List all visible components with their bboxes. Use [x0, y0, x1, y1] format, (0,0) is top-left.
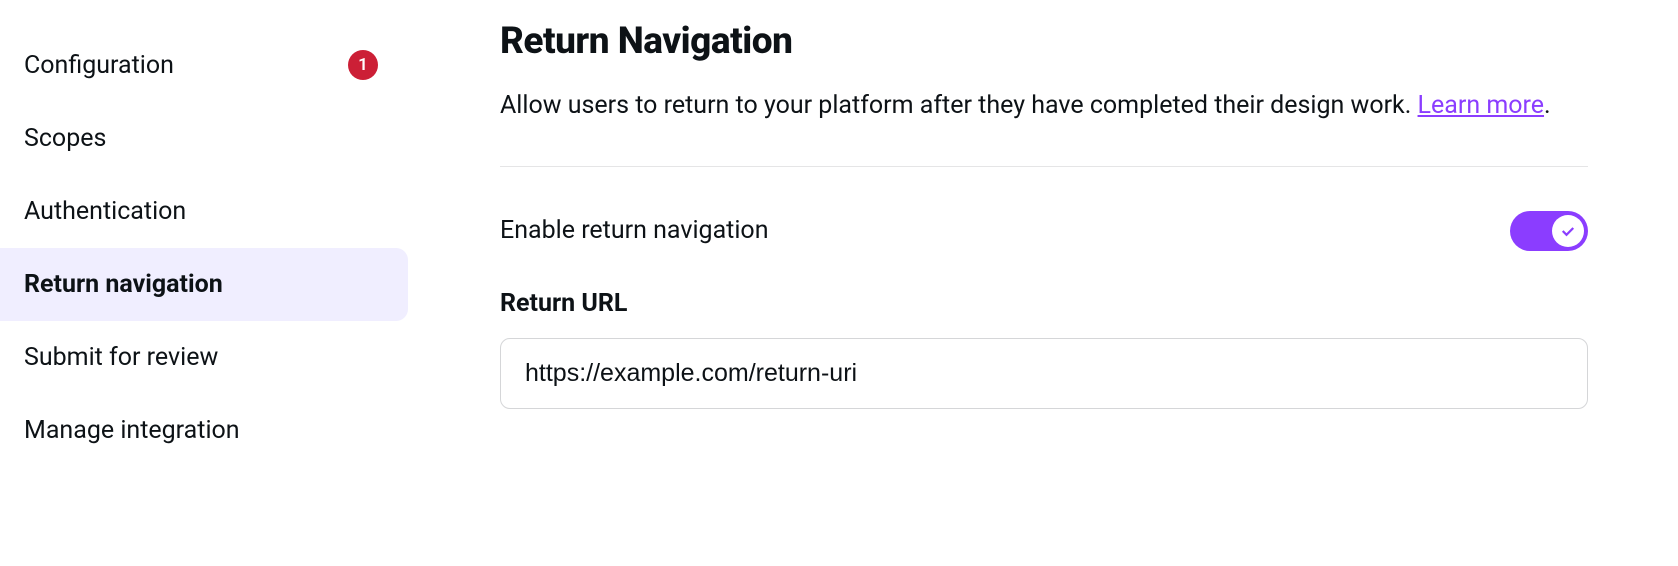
learn-more-link[interactable]: Learn more — [1418, 91, 1544, 120]
sidebar-item-manage-integration[interactable]: Manage integration — [0, 394, 408, 467]
sidebar-item-label: Configuration — [24, 51, 174, 80]
notification-badge: 1 — [348, 50, 378, 80]
divider — [500, 166, 1588, 167]
sidebar-item-label: Scopes — [24, 124, 106, 153]
toggle-label: Enable return navigation — [500, 216, 769, 245]
page-title: Return Navigation — [500, 20, 1588, 63]
sidebar-item-scopes[interactable]: Scopes — [0, 102, 408, 175]
sidebar-item-authentication[interactable]: Authentication — [0, 175, 408, 248]
sidebar-item-label: Manage integration — [24, 416, 240, 445]
toggle-knob — [1552, 215, 1584, 247]
sidebar-item-label: Authentication — [24, 197, 186, 226]
sidebar-item-label: Submit for review — [24, 343, 218, 372]
sidebar-item-return-navigation[interactable]: Return navigation — [0, 248, 408, 321]
check-icon — [1559, 222, 1577, 240]
sidebar-item-submit-for-review[interactable]: Submit for review — [0, 321, 408, 394]
sidebar-item-label: Return navigation — [24, 270, 223, 299]
page-description: Allow users to return to your platform a… — [500, 87, 1588, 126]
return-url-label: Return URL — [500, 289, 1588, 318]
enable-return-navigation-row: Enable return navigation — [500, 211, 1588, 251]
sidebar-item-configuration[interactable]: Configuration 1 — [0, 28, 408, 102]
enable-return-navigation-toggle[interactable] — [1510, 211, 1588, 251]
sidebar: Configuration 1 Scopes Authentication Re… — [0, 0, 410, 566]
main-content: Return Navigation Allow users to return … — [410, 0, 1678, 566]
return-url-input[interactable] — [500, 338, 1588, 409]
